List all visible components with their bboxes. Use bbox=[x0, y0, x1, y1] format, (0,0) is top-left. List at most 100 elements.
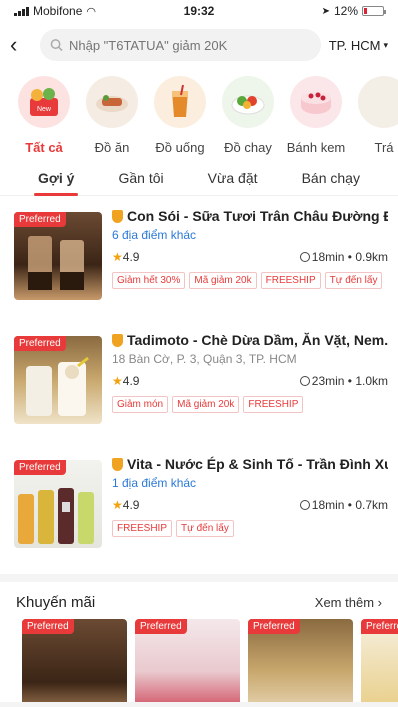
category-drinks[interactable]: Đồ uống bbox=[150, 76, 210, 160]
food-plate-icon bbox=[86, 76, 138, 128]
see-more-label: Xem thêm bbox=[314, 595, 375, 610]
search-header: ‹ TP. HCM ▾ bbox=[0, 22, 398, 68]
rating-value: 4.9 bbox=[122, 498, 140, 512]
rating-value: 4.9 bbox=[122, 374, 140, 388]
preferred-badge: Preferred bbox=[14, 460, 66, 475]
promo-card[interactable]: Preferred bbox=[22, 619, 127, 707]
promo-card[interactable]: Preferred bbox=[361, 619, 398, 707]
category-label: Trá bbox=[374, 140, 394, 155]
store-thumbnail: Preferred bbox=[14, 212, 102, 300]
promo-card[interactable]: Preferred bbox=[248, 619, 353, 707]
store-address: 18 Bàn Cờ, P. 3, Quận 3, TP. HCM bbox=[112, 352, 297, 366]
rating: ★4.9 bbox=[112, 498, 139, 512]
tab-recently-ordered[interactable]: Vừa đặt bbox=[208, 160, 258, 196]
category-all[interactable]: New Tất cả bbox=[14, 76, 74, 160]
category-label: Đồ chay bbox=[224, 140, 272, 155]
carrier-name: Mobifone bbox=[33, 4, 83, 18]
delivery-time-distance: 18min • 0.9km bbox=[299, 250, 388, 264]
preferred-badge: Preferred bbox=[14, 336, 66, 351]
store-item[interactable]: Preferred Tadimoto - Chè Dừa Dầm, Ăn Vặt… bbox=[0, 326, 398, 450]
store-name: Vita - Nước Ép & Sinh Tố - Trần Đình Xu bbox=[127, 456, 388, 472]
verified-shield-icon bbox=[112, 333, 123, 347]
status-bar: Mobifone ◠ 19:32 ➤ 12% bbox=[0, 0, 398, 22]
promo-tag: Mã giảm 20k bbox=[189, 272, 257, 289]
promo-title: Khuyến mãi bbox=[16, 594, 96, 611]
bottom-strip bbox=[0, 702, 398, 707]
rating: ★4.9 bbox=[112, 250, 139, 264]
battery-icon bbox=[362, 6, 386, 16]
tab-suggested[interactable]: Gợi ý bbox=[33, 160, 79, 196]
delivery-time-distance: 18min • 0.7km bbox=[299, 498, 388, 512]
category-food[interactable]: Đồ ăn bbox=[82, 76, 142, 160]
category-label: Đồ uống bbox=[155, 140, 205, 155]
verified-shield-icon bbox=[112, 457, 123, 471]
category-label: Bánh kem bbox=[286, 140, 346, 155]
search-input[interactable] bbox=[68, 37, 311, 53]
clock-icon bbox=[299, 252, 310, 262]
delivery-time-distance: 23min • 1.0km bbox=[299, 374, 388, 388]
chevron-down-icon: ▾ bbox=[383, 39, 388, 50]
battery-percent: 12% bbox=[333, 4, 358, 18]
rating: ★4.9 bbox=[112, 374, 139, 388]
category-label: Đồ ăn bbox=[94, 140, 130, 155]
svg-text:New: New bbox=[37, 106, 52, 113]
dessert-icon bbox=[358, 76, 398, 128]
store-thumbnail: Preferred bbox=[14, 336, 102, 424]
category-dessert[interactable]: Trá bbox=[354, 76, 398, 160]
promo-tags: Giảm hết 30% Mã giảm 20k FREESHIP Tự đến… bbox=[112, 272, 388, 289]
promo-tag: FREESHIP bbox=[260, 272, 321, 289]
store-item[interactable]: Preferred Vita - Nước Ép & Sinh Tố - Trầ… bbox=[0, 450, 398, 574]
see-more-link[interactable]: Xem thêm › bbox=[315, 595, 382, 610]
rating-value: 4.9 bbox=[122, 250, 140, 264]
store-list: Preferred Con Sói - Sữa Tươi Trân Châu Đ… bbox=[0, 196, 398, 574]
store-item[interactable]: Preferred Con Sói - Sữa Tươi Trân Châu Đ… bbox=[0, 202, 398, 326]
drink-cup-icon bbox=[154, 76, 206, 128]
promo-tag: Giảm hết 30% bbox=[112, 272, 186, 289]
wifi-icon: ◠ bbox=[86, 5, 96, 18]
other-locations-link[interactable]: 1 địa điểm khác bbox=[112, 476, 388, 490]
time-distance-text: 18min • 0.9km bbox=[311, 250, 388, 264]
time-distance-text: 23min • 1.0km bbox=[311, 374, 388, 388]
city-selector[interactable]: TP. HCM ▾ bbox=[329, 38, 388, 53]
promo-tag: FREESHIP bbox=[243, 396, 304, 413]
category-cake[interactable]: Bánh kem bbox=[286, 76, 346, 160]
time-distance-text: 18min • 0.7km bbox=[311, 498, 388, 512]
all-food-basket-icon: New bbox=[18, 76, 70, 128]
filter-tabs: Gợi ý Gần tôi Vừa đặt Bán chạy bbox=[0, 160, 398, 196]
promo-tags: Giảm món Mã giảm 20k FREESHIP bbox=[112, 396, 388, 413]
store-thumbnail: Preferred bbox=[14, 460, 102, 548]
category-vegetarian[interactable]: Đồ chay bbox=[218, 76, 278, 160]
clock-icon bbox=[299, 376, 310, 386]
other-locations-link[interactable]: 6 địa điểm khác bbox=[112, 228, 388, 242]
cake-icon bbox=[290, 76, 342, 128]
preferred-badge: Preferred bbox=[361, 619, 398, 634]
store-name: Tadimoto - Chè Dừa Dầm, Ăn Vặt, Nem... bbox=[127, 332, 388, 348]
category-row: New Tất cả Đồ ăn Đồ uống Đồ chay Bánh ke… bbox=[0, 68, 398, 160]
promo-tag: Giảm món bbox=[112, 396, 169, 413]
preferred-badge: Preferred bbox=[135, 619, 187, 634]
search-bar[interactable] bbox=[40, 29, 321, 61]
vegetarian-bowl-icon bbox=[222, 76, 274, 128]
signal-icon bbox=[14, 6, 29, 16]
back-arrow-icon[interactable]: ‹ bbox=[10, 32, 32, 58]
tab-nearby[interactable]: Gần tôi bbox=[118, 160, 163, 196]
tab-best-selling[interactable]: Bán chạy bbox=[302, 160, 360, 196]
promo-header: Khuyến mãi Xem thêm › bbox=[0, 582, 398, 619]
category-label: Tất cả bbox=[25, 140, 63, 155]
promo-tags: FREESHIP Tự đến lấy bbox=[112, 520, 388, 537]
promo-tag: Mã giảm 20k bbox=[172, 396, 240, 413]
promo-carousel: Preferred Preferred Preferred Preferred bbox=[0, 619, 398, 707]
search-icon bbox=[50, 39, 63, 52]
star-icon: ★ bbox=[112, 498, 123, 512]
section-divider bbox=[0, 574, 398, 582]
promo-tag: Tự đến lấy bbox=[324, 272, 383, 289]
promo-card[interactable]: Preferred bbox=[135, 619, 240, 707]
promo-tag: FREESHIP bbox=[112, 520, 173, 537]
city-label: TP. HCM bbox=[328, 37, 381, 53]
star-icon: ★ bbox=[112, 374, 123, 388]
preferred-badge: Preferred bbox=[14, 212, 66, 227]
location-arrow-icon: ➤ bbox=[321, 5, 330, 17]
store-name: Con Sói - Sữa Tươi Trân Châu Đường Đ... bbox=[127, 208, 388, 224]
preferred-badge: Preferred bbox=[22, 619, 74, 634]
verified-shield-icon bbox=[112, 209, 123, 223]
